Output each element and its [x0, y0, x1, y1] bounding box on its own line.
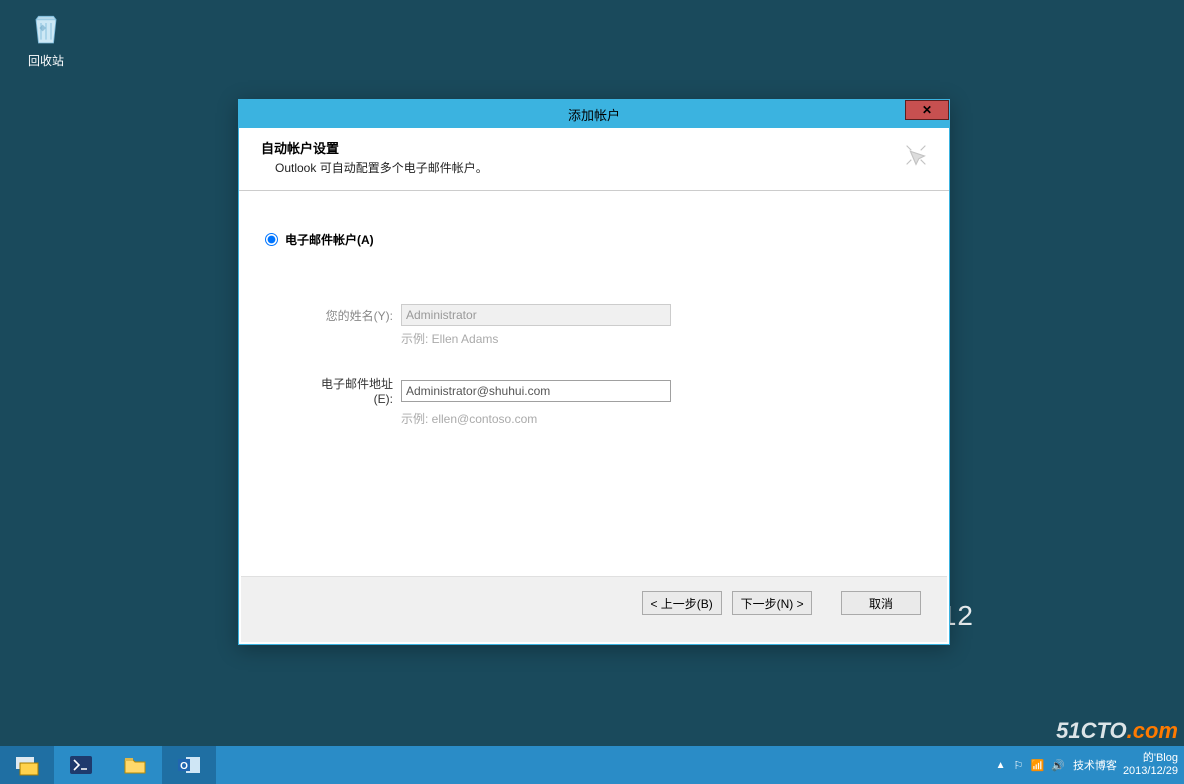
site-watermark: 51CTO.com — [1056, 718, 1178, 744]
back-button[interactable]: < 上一步(B) — [642, 591, 722, 615]
server-manager-icon — [13, 753, 41, 777]
watermark-text-a: 51CTO — [1056, 718, 1127, 743]
file-explorer-icon — [121, 753, 149, 777]
system-tray: ▲ ⚐ 📶 🔊 技术博客 的'Blog 2013/12/29 — [996, 746, 1184, 784]
radio-email-account[interactable] — [265, 233, 278, 246]
cancel-button[interactable]: 取消 — [841, 591, 921, 615]
taskbar-blog: 的'Blog — [1123, 752, 1178, 765]
radio-email-account-label: 电子邮件帐户(A) — [285, 231, 374, 248]
taskbar-powershell[interactable] — [54, 746, 108, 784]
tray-volume-icon[interactable]: 🔊 — [1051, 760, 1065, 772]
svg-text:O: O — [180, 761, 188, 772]
dialog-content: 电子邮件帐户(A) 您的姓名(Y): 示例: Ellen Adams 电子邮件地… — [239, 191, 949, 611]
dialog-header-desc: Outlook 可自动配置多个电子邮件帐户。 — [275, 159, 927, 176]
dialog-header-title: 自动帐户设置 — [261, 138, 927, 157]
close-button[interactable]: ✕ — [905, 100, 949, 120]
email-input[interactable] — [401, 380, 671, 402]
tray-icons[interactable]: ⚐ 📶 🔊 — [1012, 759, 1067, 772]
taskbar-clock[interactable]: 的'Blog 2013/12/29 — [1123, 752, 1178, 778]
dialog-header: 自动帐户设置 Outlook 可自动配置多个电子邮件帐户。 — [239, 128, 949, 191]
add-account-dialog: 添加帐户 ✕ 自动帐户设置 Outlook 可自动配置多个电子邮件帐户。 电子邮… — [238, 99, 950, 645]
radio-email-account-row[interactable]: 电子邮件帐户(A) — [265, 231, 923, 248]
powershell-icon — [67, 753, 95, 777]
taskbar-outlook[interactable]: O — [162, 746, 216, 784]
outlook-icon: O — [175, 753, 203, 777]
email-example: 示例: ellen@contoso.com — [401, 410, 923, 427]
taskbar-file-explorer[interactable] — [108, 746, 162, 784]
dialog-titlebar[interactable]: 添加帐户 ✕ — [239, 100, 949, 128]
name-field-row: 您的姓名(Y): — [303, 304, 923, 326]
email-field-row: 电子邮件地址(E): — [303, 375, 923, 406]
dialog-footer: < 上一步(B) 下一步(N) > 取消 — [241, 576, 947, 642]
tray-flag-icon[interactable]: ⚐ — [1014, 760, 1024, 772]
name-input — [401, 304, 671, 326]
tray-blog-text[interactable]: 技术博客 — [1073, 757, 1117, 773]
name-label: 您的姓名(Y): — [303, 307, 393, 324]
email-label: 电子邮件地址(E): — [303, 375, 393, 406]
watermark-text-b: .com — [1127, 718, 1178, 743]
taskbar-server-manager[interactable] — [0, 746, 54, 784]
wizard-cursor-icon — [901, 140, 931, 170]
dialog-title: 添加帐户 — [568, 105, 620, 124]
next-button[interactable]: 下一步(N) > — [732, 591, 812, 615]
tray-expand-icon[interactable]: ▲ — [996, 760, 1006, 771]
recycle-bin-icon — [26, 8, 66, 48]
taskbar-date: 2013/12/29 — [1123, 765, 1178, 778]
recycle-bin-label: 回收站 — [16, 52, 76, 69]
tray-network-icon[interactable]: 📶 — [1030, 760, 1044, 772]
recycle-bin[interactable]: 回收站 — [16, 8, 76, 69]
taskbar: O ▲ ⚐ 📶 🔊 技术博客 的'Blog 2013/12/29 — [0, 746, 1184, 784]
close-icon: ✕ — [922, 103, 932, 117]
name-example: 示例: Ellen Adams — [401, 330, 923, 347]
